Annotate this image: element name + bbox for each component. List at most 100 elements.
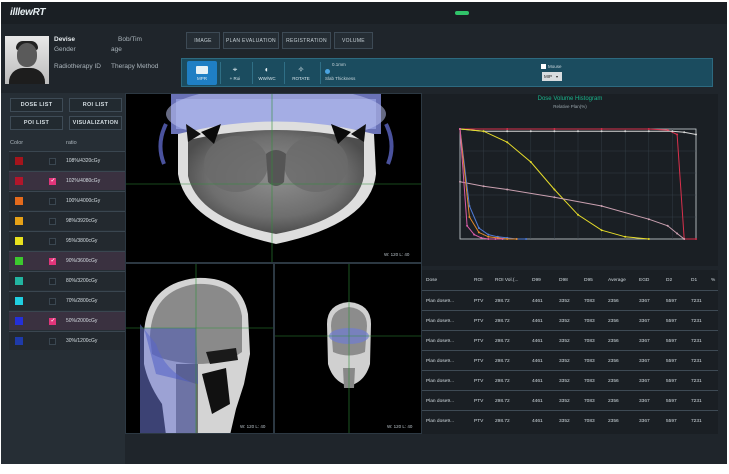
dose-color-swatch xyxy=(15,197,23,205)
dose-visibility-checkbox[interactable] xyxy=(49,158,56,165)
table-cell: 3352 xyxy=(559,379,570,384)
dose-row[interactable]: 98%/3920cGy xyxy=(9,211,125,230)
dose-visibility-checkbox[interactable] xyxy=(49,218,56,225)
dvh-data-point xyxy=(487,233,490,236)
table-cell: 7083 xyxy=(584,419,595,424)
dvh-data-point xyxy=(506,238,509,240)
dose-visibility-checkbox[interactable] xyxy=(49,338,56,345)
dvh-series-line xyxy=(459,181,685,240)
tool-rotate[interactable]: ✧ ROTATE xyxy=(286,61,316,85)
crosshair-icon: ⌖ xyxy=(232,65,238,74)
dose-ratio-label: 95%/3800cGy xyxy=(66,238,98,244)
tool-ww-wc[interactable]: ◐ WW/WC xyxy=(252,61,282,85)
dose-color-swatch xyxy=(15,257,23,265)
dose-row[interactable]: 80%/3200cGy xyxy=(9,271,125,290)
table-header-cell[interactable]: % xyxy=(711,278,715,283)
table-header-cell[interactable]: D95 xyxy=(584,278,593,283)
table-cell: 7231 xyxy=(691,339,702,344)
dvh-data-point xyxy=(666,224,669,227)
dose-row[interactable]: 108%/4320cGy xyxy=(9,151,125,170)
slab-thickness-slider[interactable] xyxy=(325,69,330,74)
table-header-cell[interactable]: D99 xyxy=(532,278,541,283)
dose-row[interactable]: 70%/2800cGy xyxy=(9,291,125,310)
table-row[interactable]: Plan dose9... PTV 298.72 4461 3352 7083 2356 33… xyxy=(422,370,718,391)
axial-viewport[interactable]: W: 120 L: 40 xyxy=(125,93,422,263)
dose-visibility-checkbox[interactable] xyxy=(49,198,56,205)
table-cell: 2356 xyxy=(608,299,619,304)
sagittal-slice-image xyxy=(126,264,273,433)
table-cell: 298.72 xyxy=(495,379,510,384)
table-row[interactable]: Plan dose9... PTV 298.72 4461 3352 7083 2356 33… xyxy=(422,310,718,331)
nav-image[interactable]: IMAGE xyxy=(186,32,220,49)
table-cell: 3367 xyxy=(639,339,650,344)
table-cell: Plan dose9... xyxy=(426,419,455,424)
table-cell: 3352 xyxy=(559,359,570,364)
table-cell: PTV xyxy=(474,379,484,384)
dvh-data-point xyxy=(553,188,556,191)
dvh-data-point xyxy=(473,233,476,236)
table-header-cell[interactable]: ROI Vol.(... xyxy=(495,278,518,283)
table-row[interactable]: Plan dose9... PTV 298.72 4461 3352 7083 2356 33… xyxy=(422,330,718,351)
projection-mode-select[interactable]: MIP ▾ xyxy=(542,72,562,81)
table-cell: 5597 xyxy=(666,359,677,364)
table-cell: 4461 xyxy=(532,319,543,324)
table-row[interactable]: Plan dose9... PTV 298.72 4461 3352 7083 2356 33… xyxy=(422,290,718,311)
poi-list-button[interactable]: POI LIST xyxy=(10,116,63,130)
table-header-cell[interactable]: EGD xyxy=(639,278,649,283)
dose-row[interactable]: 90%/3600cGy xyxy=(9,251,125,270)
table-header-cell[interactable]: ROI xyxy=(474,278,483,283)
view-toolbar: MPR ⌖ + Roi ◐ WW/WC ✧ ROTATE 0.1mm Slab … xyxy=(181,58,713,87)
dvh-data-point xyxy=(501,238,504,240)
table-row[interactable]: Plan dose9... PTV 298.72 4461 3352 7083 2356 33… xyxy=(422,410,718,431)
dose-list-button[interactable]: DOSE LIST xyxy=(10,98,63,112)
dose-visibility-checkbox[interactable] xyxy=(49,298,56,305)
visualization-button[interactable]: VISUALIZATION xyxy=(69,116,122,130)
dose-visibility-checkbox[interactable] xyxy=(49,257,56,265)
sagittal-viewport[interactable]: W: 120 L: 40 xyxy=(125,263,274,434)
tool-mpr[interactable]: MPR xyxy=(187,61,217,85)
table-row[interactable]: Plan dose9... PTV 298.72 4461 3352 7083 2356 33… xyxy=(422,390,718,411)
table-cell: 2356 xyxy=(608,319,619,324)
tool-label: MPR xyxy=(197,75,207,81)
nav-registration[interactable]: REGISTRATION xyxy=(282,32,331,49)
dvh-data-point xyxy=(676,232,679,235)
nav-plan-evaluation[interactable]: PLAN EVALUATION xyxy=(223,32,279,49)
table-header-cell[interactable]: D1 xyxy=(691,278,697,283)
dose-visibility-checkbox[interactable] xyxy=(49,238,56,245)
dose-row[interactable]: 95%/3800cGy xyxy=(9,231,125,250)
table-header-cell[interactable]: D98 xyxy=(559,278,568,283)
dvh-data-point xyxy=(525,238,528,240)
dose-row[interactable]: 50%/2000cGy xyxy=(9,311,125,330)
table-cell: PTV xyxy=(474,319,484,324)
dvh-data-point xyxy=(553,196,556,199)
dose-color-swatch xyxy=(15,317,23,325)
dose-ratio-label: 30%/1200cGy xyxy=(66,338,98,344)
dose-visibility-checkbox[interactable] xyxy=(49,278,56,285)
dose-ratio-label: 108%/4320cGy xyxy=(66,158,101,164)
mouse-label: Mouse xyxy=(548,64,562,69)
dose-row[interactable]: 30%/1200cGy xyxy=(9,331,125,350)
tool-add-roi[interactable]: ⌖ + Roi xyxy=(220,61,250,85)
nav-volume[interactable]: VOLUME xyxy=(334,32,373,49)
dose-row[interactable]: 100%/4000cGy xyxy=(9,191,125,210)
table-cell: 3367 xyxy=(639,299,650,304)
dvh-data-point xyxy=(577,213,579,216)
mouse-checkbox[interactable] xyxy=(541,64,546,69)
dvh-data-point xyxy=(487,235,490,238)
dose-visibility-checkbox[interactable] xyxy=(49,177,56,185)
table-cell: 298.72 xyxy=(495,359,510,364)
table-header-cell[interactable]: Average xyxy=(608,278,626,283)
table-cell: 2356 xyxy=(608,359,619,364)
table-header-cell[interactable]: Dose xyxy=(426,278,437,283)
table-cell: 298.72 xyxy=(495,299,510,304)
roi-list-button[interactable]: ROI LIST xyxy=(69,98,122,112)
dvh-data-point xyxy=(459,128,461,130)
table-header-cell[interactable]: D2 xyxy=(666,278,672,283)
table-cell: 3352 xyxy=(559,299,570,304)
dvh-data-point xyxy=(624,235,627,238)
dose-row[interactable]: 102%/4080cGy xyxy=(9,171,125,190)
dose-visibility-checkbox[interactable] xyxy=(49,317,56,325)
coronal-viewport[interactable]: W: 120 L: 40 xyxy=(274,263,422,434)
table-cell: 7231 xyxy=(691,299,702,304)
table-row[interactable]: Plan dose9... PTV 298.72 4461 3352 7083 2356 33… xyxy=(422,350,718,371)
